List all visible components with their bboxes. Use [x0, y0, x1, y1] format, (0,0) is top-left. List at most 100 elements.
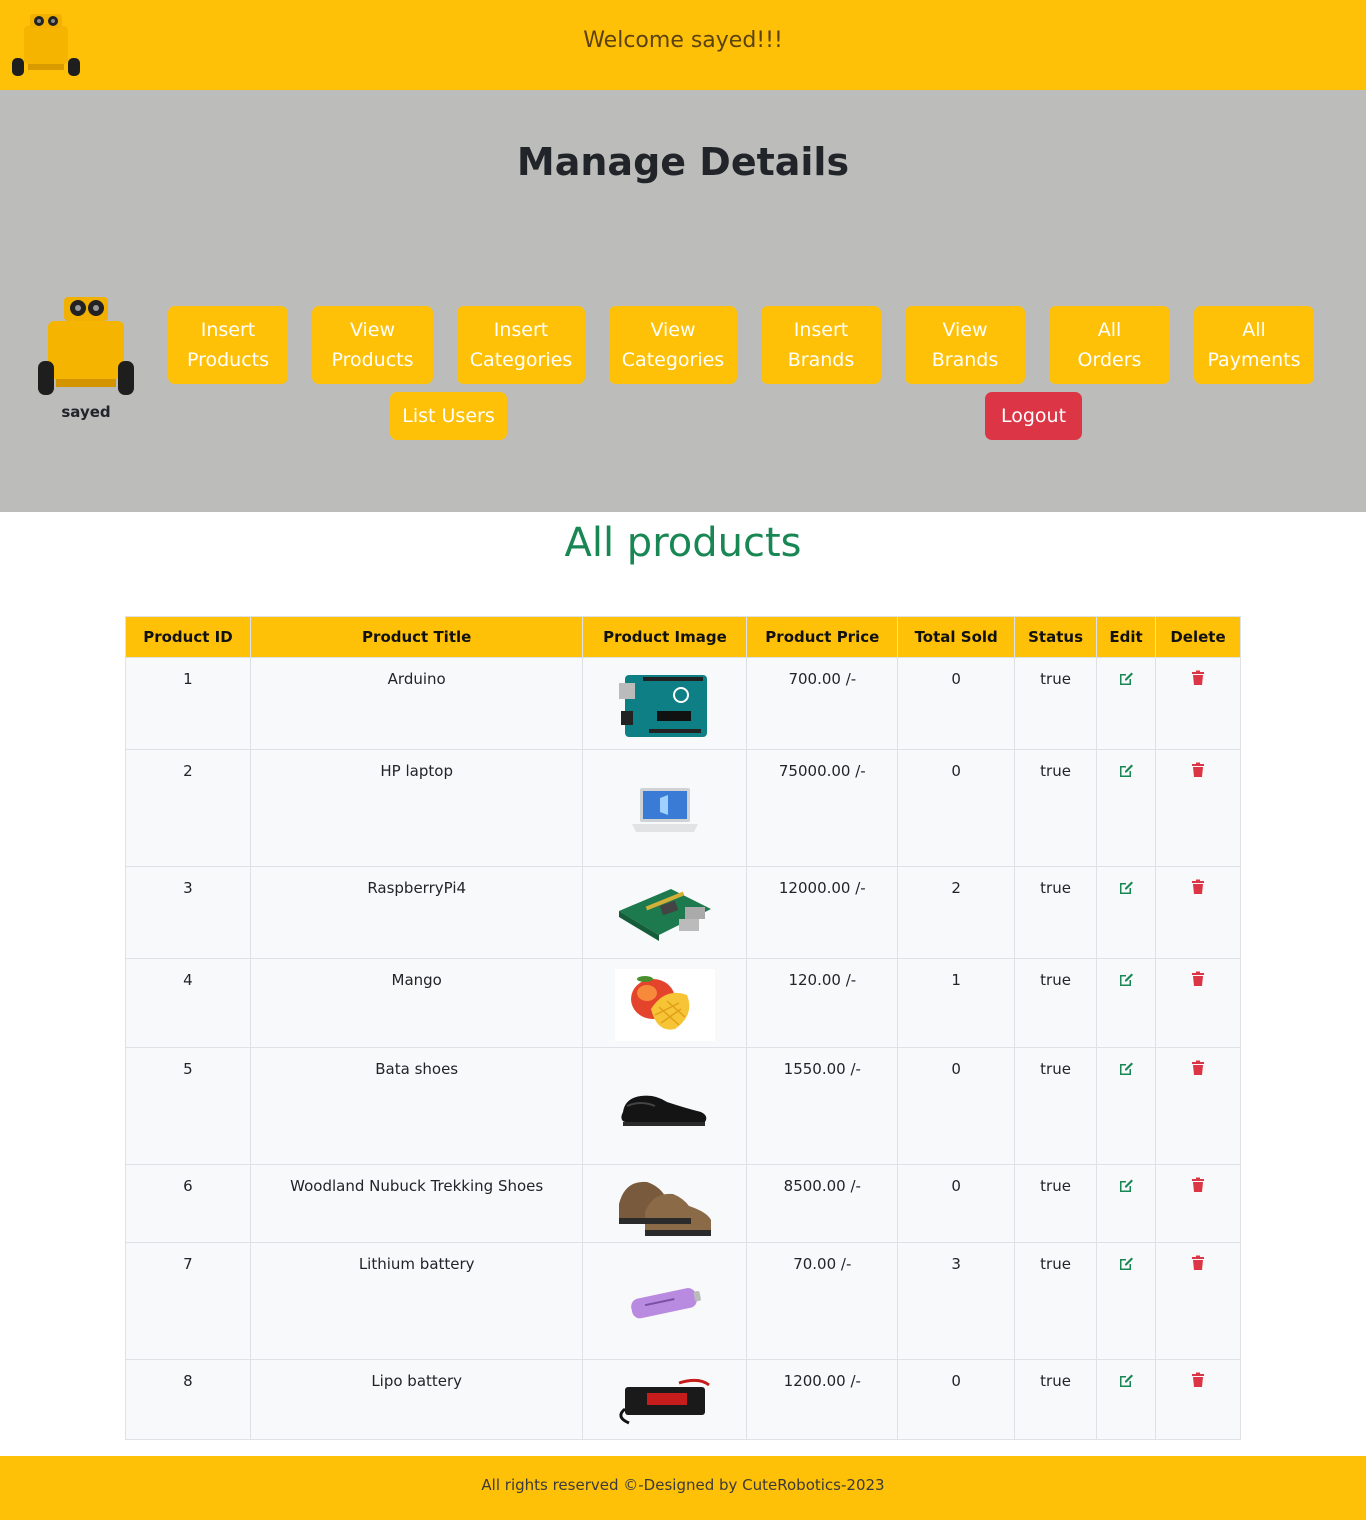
table-row: 4 Mango 120.00 /- 1 true — [125, 958, 1241, 1048]
cell-status: true — [1014, 749, 1098, 867]
black-shoe-image — [619, 1086, 711, 1134]
edit-icon[interactable] — [1118, 764, 1134, 782]
cell-product-id: 4 — [125, 958, 251, 1048]
col-header-product-price: Product Price — [746, 616, 899, 658]
table-row: 2 HP laptop 75000.00 /- 0 true — [125, 749, 1241, 867]
cell-product-image — [582, 657, 748, 750]
nav-button-label-line2: Orders — [1077, 349, 1142, 371]
nav-button-label-line1: Insert — [200, 319, 256, 341]
cell-total-sold: 0 — [897, 1164, 1016, 1243]
view-products-button[interactable]: View Products — [312, 306, 433, 384]
edit-icon[interactable] — [1118, 1257, 1134, 1275]
delete-trash-icon[interactable] — [1190, 1060, 1206, 1080]
cell-status: true — [1014, 1164, 1098, 1243]
cell-product-image — [582, 749, 748, 867]
cell-product-id: 3 — [125, 866, 251, 959]
cell-product-image — [582, 866, 748, 959]
table-row: 3 RaspberryPi4 12000.00 /- 2 true — [125, 866, 1241, 959]
nav-button-label-line2: Payments — [1207, 349, 1301, 371]
delete-trash-icon[interactable] — [1190, 971, 1206, 991]
nav-button-label-line2: Categories — [621, 349, 725, 371]
cell-edit — [1096, 958, 1156, 1048]
mango-image — [614, 969, 715, 1045]
user-avatar-block: sayed — [30, 295, 142, 421]
col-header-product-image: Product Image — [582, 616, 748, 658]
cell-product-title: Mango — [249, 958, 584, 1048]
edit-icon[interactable] — [1118, 973, 1134, 991]
footer: All rights reserved ©-Designed by CuteRo… — [0, 1456, 1366, 1520]
delete-trash-icon[interactable] — [1190, 670, 1206, 690]
cell-status: true — [1014, 1359, 1098, 1440]
col-header-edit: Edit — [1096, 616, 1156, 658]
nav-button-label-line1: All — [1097, 319, 1122, 341]
products-table: Product ID Product Title Product Image P… — [125, 616, 1241, 1440]
raspberry-pi-image — [615, 883, 715, 951]
nav-button-label-line2: Brands — [931, 349, 999, 371]
cell-product-id: 2 — [125, 749, 251, 867]
view-brands-button[interactable]: View Brands — [905, 306, 1025, 384]
cell-edit — [1096, 1242, 1156, 1360]
delete-trash-icon[interactable] — [1190, 762, 1206, 782]
nav-button-label-line1: All — [1242, 319, 1266, 341]
cell-product-id: 7 — [125, 1242, 251, 1360]
edit-icon[interactable] — [1118, 1062, 1134, 1080]
cell-product-title: Lithium battery — [249, 1242, 584, 1360]
edit-icon[interactable] — [1118, 1374, 1134, 1392]
cell-product-price: 700.00 /- — [746, 657, 899, 750]
cell-product-title: RaspberryPi4 — [249, 866, 584, 959]
cell-total-sold: 3 — [897, 1242, 1016, 1360]
cell-product-image — [582, 1047, 748, 1165]
insert-brands-button[interactable]: Insert Brands — [761, 306, 881, 384]
robot-avatar-icon — [38, 297, 134, 395]
username-label: sayed — [61, 403, 111, 421]
cell-product-id: 5 — [125, 1047, 251, 1165]
col-header-status: Status — [1014, 616, 1098, 658]
col-header-product-id: Product ID — [125, 616, 251, 658]
section-title: All products — [564, 520, 802, 566]
cell-product-image — [582, 1359, 748, 1440]
footer-text: All rights reserved ©-Designed by CuteRo… — [481, 1476, 885, 1494]
delete-trash-icon[interactable] — [1190, 1372, 1206, 1392]
nav-button-label-line1: Insert — [793, 319, 849, 341]
cell-total-sold: 1 — [897, 958, 1016, 1048]
nav-button-label-line1: View — [349, 319, 396, 341]
insert-products-button[interactable]: Insert Products — [168, 306, 288, 384]
cell-total-sold: 0 — [897, 1047, 1016, 1165]
cell-total-sold: 0 — [897, 1359, 1016, 1440]
nav-button-label-line2: Products — [186, 349, 270, 371]
cell-total-sold: 0 — [897, 657, 1016, 750]
edit-icon[interactable] — [1118, 672, 1134, 690]
cell-product-id: 8 — [125, 1359, 251, 1440]
edit-icon[interactable] — [1118, 881, 1134, 899]
logout-button[interactable]: Logout — [985, 392, 1082, 440]
top-navbar: Welcome sayed!!! — [0, 0, 1366, 90]
cell-delete — [1155, 958, 1241, 1048]
cell-delete — [1155, 866, 1241, 959]
cell-status: true — [1014, 657, 1098, 750]
delete-trash-icon[interactable] — [1190, 879, 1206, 899]
cell-edit — [1096, 1164, 1156, 1243]
cell-edit — [1096, 866, 1156, 959]
arduino-board-image — [618, 671, 711, 745]
cell-product-id: 1 — [125, 657, 251, 750]
all-orders-button[interactable]: All Orders — [1049, 306, 1170, 384]
cell-delete — [1155, 1242, 1241, 1360]
cell-status: true — [1014, 866, 1098, 959]
edit-icon[interactable] — [1118, 1179, 1134, 1197]
all-payments-button[interactable]: All Payments — [1194, 306, 1314, 384]
table-row: 5 Bata shoes 1550.00 /- 0 true — [125, 1047, 1241, 1165]
cell-status: true — [1014, 1242, 1098, 1360]
col-header-product-title: Product Title — [249, 616, 584, 658]
cell-status: true — [1014, 1047, 1098, 1165]
nav-button-label-line1: Insert — [493, 319, 549, 341]
table-row: 1 Arduino 700.00 /- 0 true — [125, 657, 1241, 750]
list-users-button[interactable]: List Users — [390, 392, 507, 440]
manage-panel: Manage Details sayed Insert Products View P… — [0, 90, 1366, 512]
insert-categories-button[interactable]: Insert Categories — [457, 306, 585, 384]
delete-trash-icon[interactable] — [1190, 1255, 1206, 1275]
delete-trash-icon[interactable] — [1190, 1177, 1206, 1197]
cell-product-price: 120.00 /- — [746, 958, 899, 1048]
page-title: Manage Details — [516, 140, 850, 184]
cell-product-image — [582, 958, 748, 1048]
view-categories-button[interactable]: View Categories — [609, 306, 737, 384]
